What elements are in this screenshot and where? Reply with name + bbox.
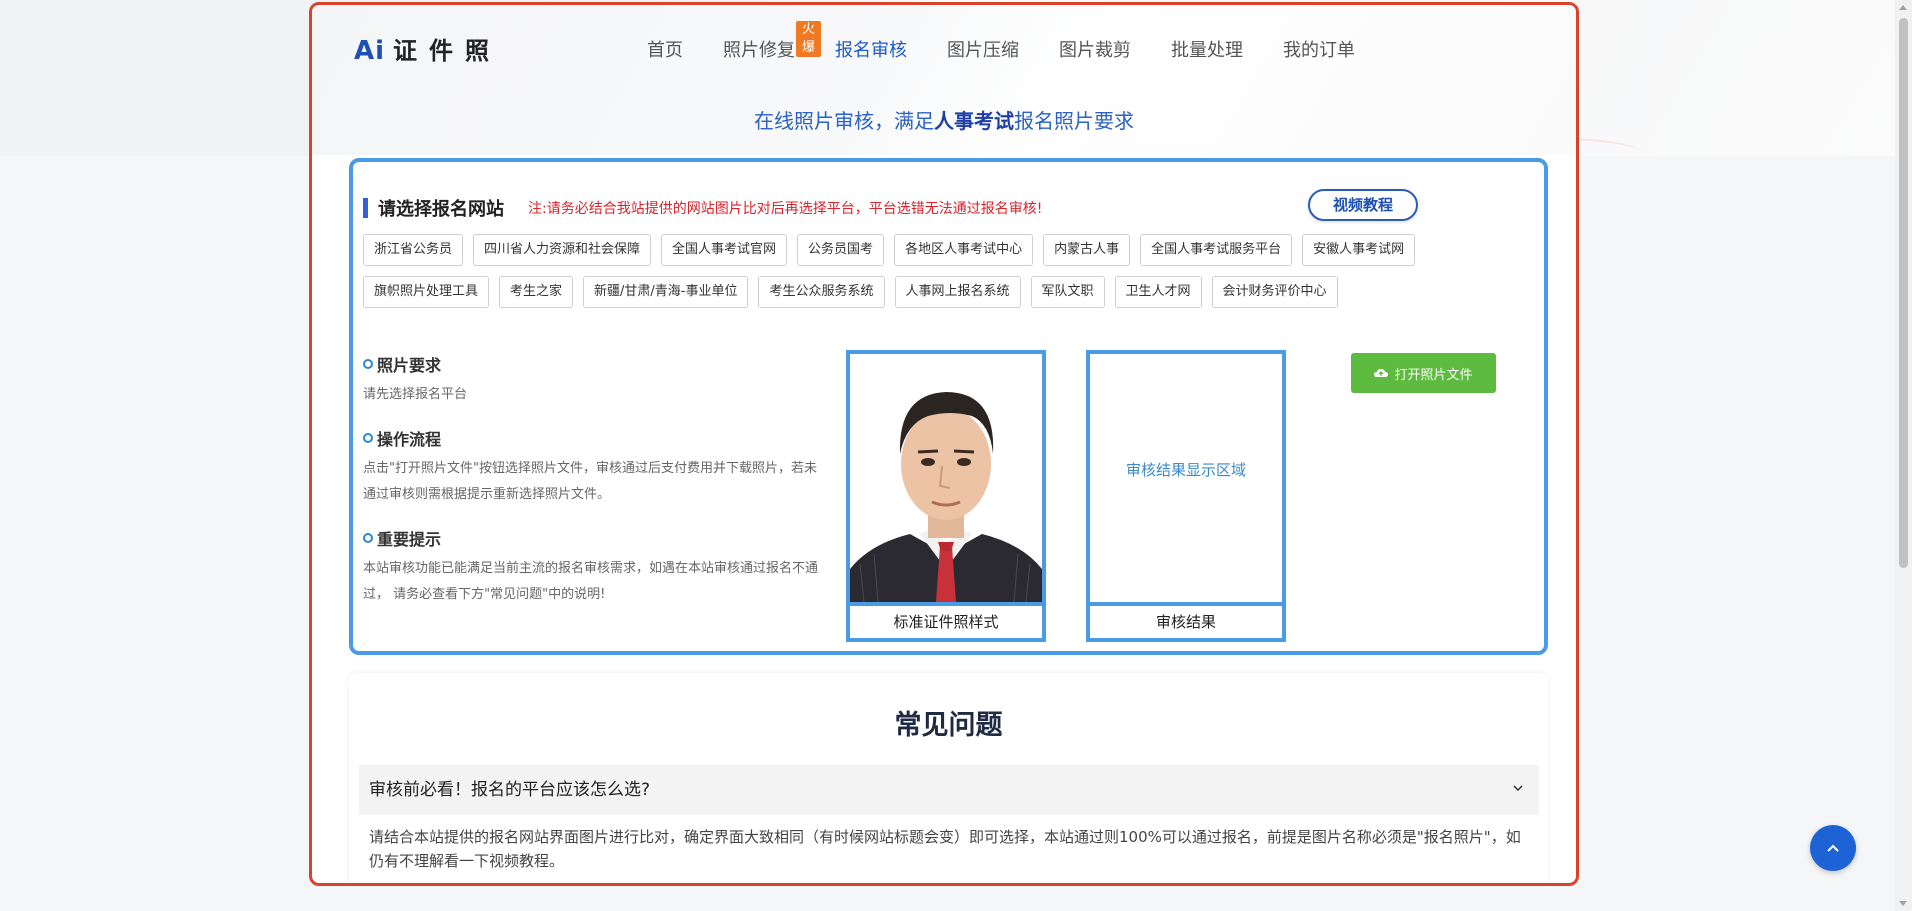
platform-tag[interactable]: 公务员国考 [797, 234, 885, 266]
platform-tag[interactable]: 考生公众服务系统 [758, 276, 885, 308]
faq-title: 常见问题 [894, 710, 1003, 741]
platform-tag[interactable]: 考生之家 [499, 276, 574, 308]
open-photo-file-label: 打开照片文件 [1394, 367, 1473, 383]
scroll-up-arrow-icon[interactable] [1899, 5, 1907, 10]
photo-requirements-text: 请先选择报名平台 [363, 387, 468, 402]
platform-tag[interactable]: 浙江省公务员 [363, 234, 464, 266]
nav-item-image-crop[interactable]: 图片裁剪 [1059, 39, 1131, 63]
logo-text: 证件照 [393, 37, 502, 65]
circle-bullet-icon [363, 533, 373, 543]
important-tip-text: 本站审核功能已能满足当前主流的报名审核需求，如遇在本站审核通过报名不通过， 请务… [363, 561, 819, 602]
nav-item-batch[interactable]: 批量处理 [1171, 39, 1243, 63]
result-placeholder-text: 审核结果显示区域 [1125, 461, 1246, 479]
photo-requirements: 照片要求 请先选择报名平台 [363, 352, 823, 408]
scrollbar-thumb[interactable] [1899, 18, 1908, 568]
operation-flow-label: 操作流程 [377, 430, 442, 449]
platform-tag[interactable]: 各地区人事考试中心 [894, 234, 1034, 266]
page-frame: Ai 证件照 首页 照片修复 火爆 报名审核 图片压缩 图片裁剪 批量处理 我的… [309, 2, 1579, 886]
hot-badge: 火爆 [796, 21, 822, 57]
section-header: 请选择报名网站 注:请务必结合我站提供的网站图片比对后再选择平台，平台选错无法通… [363, 195, 1042, 221]
platform-row-1: 浙江省公务员 四川省人力资源和社会保障 全国人事考试官网 公务员国考 各地区人事… [363, 234, 1543, 266]
faq-answer: 请结合本站提供的报名网站界面图片进行比对，确定界面大致相同（有时候网站标题会变）… [369, 828, 1521, 870]
circle-bullet-icon [363, 359, 373, 369]
platform-tag[interactable]: 人事网上报名系统 [894, 276, 1021, 308]
nav-item-label: 照片修复 [723, 40, 795, 61]
chevron-down-icon [1513, 785, 1523, 792]
result-photo-caption: 审核结果 [1090, 602, 1282, 638]
subtitle-bold: 人事考试 [934, 109, 1014, 133]
section-bar [363, 198, 368, 218]
nav-item-image-compress[interactable]: 图片压缩 [947, 39, 1019, 63]
nav-item-registration-review[interactable]: 报名审核 [835, 39, 907, 63]
open-photo-file-button[interactable]: 打开照片文件 [1351, 353, 1496, 393]
nav-item-photo-repair[interactable]: 照片修复 火爆 [723, 21, 822, 63]
subtitle-post: 报名照片要求 [1014, 109, 1134, 133]
platform-tag[interactable]: 旗帜照片处理工具 [363, 276, 490, 308]
operation-flow-text: 点击"打开照片文件"按钮选择照片文件，审核通过后支付费用并下载照片，若未通过审核… [363, 461, 817, 502]
section-title: 请选择报名网站 [378, 199, 504, 220]
platform-tag[interactable]: 会计财务评价中心 [1211, 276, 1338, 308]
important-tip: 重要提示 本站审核功能已能满足当前主流的报名审核需求，如遇在本站审核通过报名不通… [363, 526, 823, 608]
back-to-top-button[interactable] [1810, 825, 1856, 871]
platform-tag[interactable]: 全国人事考试服务平台 [1140, 234, 1293, 266]
operation-flow: 操作流程 点击"打开照片文件"按钮选择照片文件，审核通过后支付费用并下载照片，若… [363, 426, 823, 508]
sample-photo-caption: 标准证件照样式 [850, 602, 1042, 638]
platform-tag[interactable]: 全国人事考试官网 [661, 234, 788, 266]
main-nav: 首页 照片修复 火爆 报名审核 图片压缩 图片裁剪 批量处理 我的订单 [647, 21, 1395, 63]
video-tutorial-button[interactable]: 视频教程 [1308, 189, 1418, 221]
sample-id-photo [850, 354, 1042, 602]
result-photo-box: 审核结果显示区域 审核结果 [1086, 350, 1286, 642]
nav-item-home[interactable]: 首页 [647, 39, 683, 63]
subtitle-pre: 在线照片审核，满足 [754, 109, 934, 133]
faq-section: 常见问题 审核前必看！报名的平台应该怎么选? 请结合本站提供的报名网站界面图片进… [349, 673, 1548, 883]
result-display-area: 审核结果显示区域 [1090, 354, 1282, 602]
faq-question[interactable]: 审核前必看！报名的平台应该怎么选? [359, 765, 1539, 815]
section-warning: 注:请务必结合我站提供的网站图片比对后再选择平台，平台选错无法通过报名审核! [528, 201, 1043, 217]
chevron-up-icon [1827, 844, 1839, 852]
info-column: 照片要求 请先选择报名平台 操作流程 点击"打开照片文件"按钮选择照片文件，审核… [363, 352, 823, 626]
portrait-image [850, 354, 1042, 602]
sample-photo-box: 标准证件照样式 [846, 350, 1046, 642]
platform-tag[interactable]: 新疆/甘肃/青海-事业单位 [583, 276, 749, 308]
logo-ai-mark: Ai [354, 36, 386, 66]
platform-tag[interactable]: 内蒙古人事 [1043, 234, 1131, 266]
scroll-down-arrow-icon[interactable] [1899, 901, 1907, 906]
review-panel: 请选择报名网站 注:请务必结合我站提供的网站图片比对后再选择平台，平台选错无法通… [349, 158, 1548, 655]
platform-tag[interactable]: 军队文职 [1030, 276, 1105, 308]
faq-question-text: 审核前必看！报名的平台应该怎么选? [369, 780, 651, 800]
platform-list: 浙江省公务员 四川省人力资源和社会保障 全国人事考试官网 公务员国考 各地区人事… [363, 234, 1543, 318]
platform-row-2: 旗帜照片处理工具 考生之家 新疆/甘肃/青海-事业单位 考生公众服务系统 人事网… [363, 276, 1543, 308]
platform-tag[interactable]: 卫生人才网 [1114, 276, 1202, 308]
important-tip-title: 重要提示 [363, 526, 823, 550]
logo[interactable]: Ai 证件照 [354, 38, 501, 64]
scrollbar[interactable] [1895, 0, 1912, 911]
page-subtitle: 在线照片审核，满足人事考试报名照片要求 [312, 105, 1576, 134]
platform-tag[interactable]: 四川省人力资源和社会保障 [473, 234, 652, 266]
cloud-upload-icon [1374, 369, 1389, 377]
important-tip-label: 重要提示 [377, 530, 442, 549]
circle-bullet-icon [363, 433, 373, 443]
photo-requirements-title: 照片要求 [363, 352, 823, 376]
platform-tag[interactable]: 安徽人事考试网 [1302, 234, 1416, 266]
nav-item-my-orders[interactable]: 我的订单 [1283, 39, 1355, 63]
photo-requirements-label: 照片要求 [377, 356, 442, 375]
operation-flow-title: 操作流程 [363, 426, 823, 450]
